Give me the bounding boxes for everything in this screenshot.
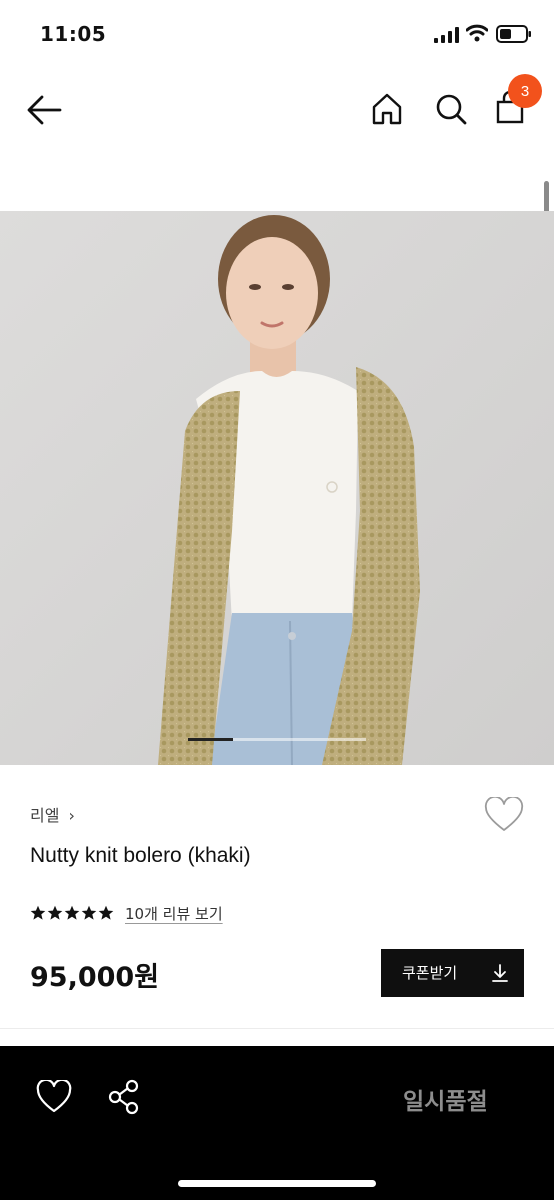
price: 95,000원: [30, 962, 160, 993]
chevron-right-icon: ›: [68, 806, 75, 825]
arrow-left-icon: [27, 95, 62, 125]
carousel-progress-fill: [188, 738, 233, 741]
battery-icon: [496, 25, 531, 43]
back-button[interactable]: [22, 90, 68, 130]
bottom-action-bar: [0, 1046, 554, 1200]
coupon-label: 쿠폰받기: [402, 965, 458, 982]
cart-count-badge: 3: [508, 74, 542, 108]
nav-bar: [0, 64, 554, 154]
brand-name: 리엘: [30, 806, 60, 825]
divider: [0, 1028, 554, 1029]
status-bar: 11:05: [0, 0, 554, 64]
bottom-wishlist-button[interactable]: [36, 1078, 72, 1114]
search-icon: [436, 94, 467, 125]
status-time: 11:05: [40, 22, 107, 46]
star-icon: [30, 905, 46, 920]
star-icon: [64, 905, 80, 920]
share-icon: [108, 1079, 139, 1115]
review-link[interactable]: 10개 리뷰 보기: [125, 903, 223, 924]
sold-out-label: 일시품절: [403, 1089, 488, 1115]
brand-link[interactable]: 리엘 ›: [30, 802, 75, 826]
star-icon: [81, 905, 97, 920]
carousel-progress: [188, 738, 366, 741]
search-button[interactable]: [430, 88, 472, 130]
wifi-icon: [466, 24, 488, 42]
star-icon: [47, 905, 63, 920]
download-icon: [492, 964, 508, 982]
product-photo: [0, 211, 554, 765]
coupon-button[interactable]: 쿠폰받기: [381, 949, 524, 997]
star-rating: [30, 905, 115, 921]
share-button[interactable]: [106, 1078, 142, 1116]
heart-icon: [484, 795, 524, 831]
home-button[interactable]: [366, 88, 408, 130]
product-title: Nutty knit bolero (khaki): [30, 844, 251, 867]
product-image[interactable]: [0, 211, 554, 765]
home-indicator[interactable]: [178, 1180, 376, 1187]
rating-row: 10개 리뷰 보기: [30, 902, 223, 924]
wishlist-button[interactable]: [484, 795, 524, 833]
star-icon: [98, 905, 114, 920]
home-icon: [372, 93, 402, 125]
cellular-signal-icon: [434, 27, 459, 43]
heart-icon: [36, 1078, 72, 1113]
